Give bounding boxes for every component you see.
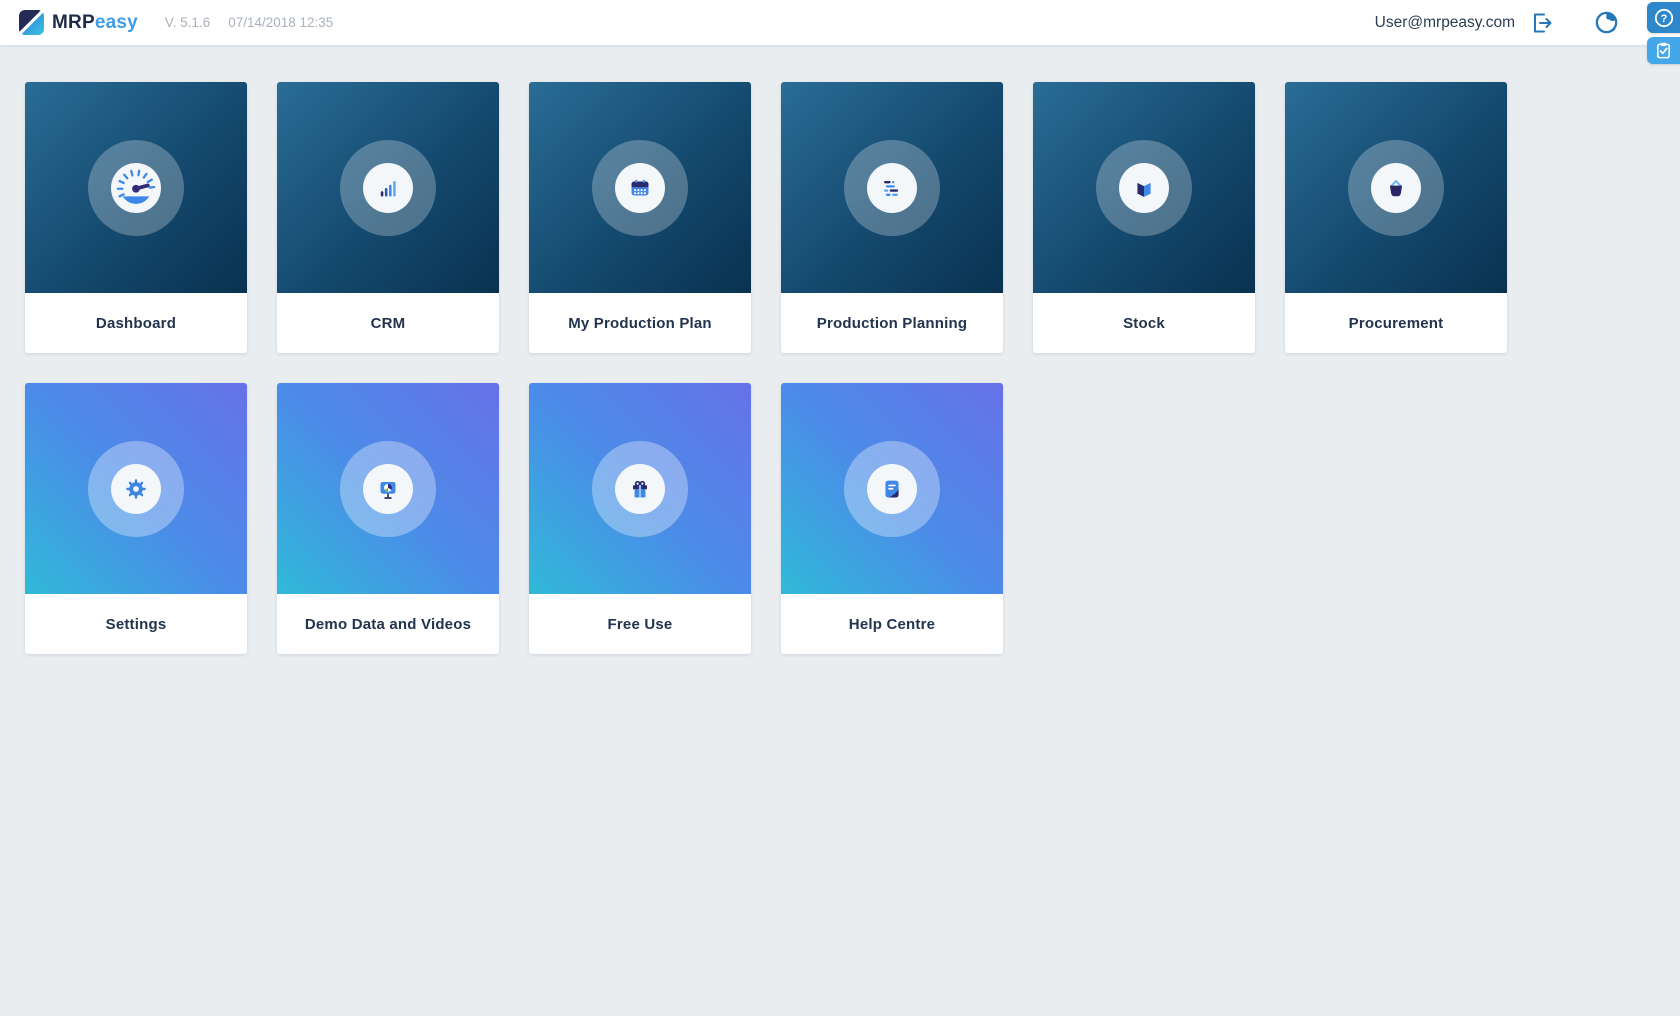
tile-label: Production Planning: [781, 293, 1003, 353]
user-email: User@mrpeasy.com: [1374, 13, 1515, 31]
icon-halo: [844, 440, 940, 537]
module-grid: Dashboard CRM My Production Plan Product…: [25, 82, 1507, 654]
icon-disc: [1119, 162, 1169, 213]
tile-settings[interactable]: Settings: [25, 383, 247, 654]
tile-label: Settings: [25, 594, 247, 654]
tile-label: Help Centre: [781, 594, 1003, 654]
icon-halo: [592, 440, 688, 537]
icon-disc: [867, 162, 917, 213]
tile-art: [529, 383, 751, 594]
icon-disc: [1371, 162, 1421, 213]
help-icon: ?: [1653, 7, 1675, 29]
tile-art: [25, 82, 247, 293]
tile-label: Stock: [1033, 293, 1255, 353]
app-version: V. 5.1.6: [164, 15, 211, 30]
brand-easy: easy: [94, 11, 138, 33]
tile-label: Demo Data and Videos: [277, 594, 499, 654]
globe-button[interactable]: [1593, 9, 1620, 36]
icon-halo: [1348, 139, 1444, 236]
main-content: Dashboard CRM My Production Plan Product…: [25, 82, 1507, 654]
icon-disc: [363, 162, 413, 213]
tile-stock[interactable]: Stock: [1033, 82, 1255, 353]
app-header: MRPeasy V. 5.1.6 07/14/2018 12:35 User@m…: [0, 0, 1680, 45]
mrpeasy-logo[interactable]: [19, 10, 44, 35]
icon-halo: [340, 139, 436, 236]
icon-disc: [615, 162, 665, 213]
icon-disc: [363, 463, 413, 514]
tile-label: Dashboard: [25, 293, 247, 353]
tile-art: [1285, 82, 1507, 293]
icon-disc: [867, 463, 917, 514]
tile-art: [1033, 82, 1255, 293]
icon-disc: [111, 162, 161, 213]
tile-my-production-plan[interactable]: My Production Plan: [529, 82, 751, 353]
tile-art: [25, 383, 247, 594]
tile-label: My Production Plan: [529, 293, 751, 353]
tile-art: [781, 383, 1003, 594]
tile-production-planning[interactable]: Production Planning: [781, 82, 1003, 353]
logout-icon: [1529, 10, 1555, 36]
globe-icon: [1593, 9, 1620, 36]
tile-label: Procurement: [1285, 293, 1507, 353]
tile-art: [781, 82, 1003, 293]
gauge-icon: [113, 165, 159, 211]
presentation-icon: [373, 474, 403, 504]
calendar-icon: [625, 173, 655, 203]
svg-text:?: ?: [1660, 13, 1667, 25]
help-button[interactable]: ?: [1647, 2, 1680, 33]
tile-dashboard[interactable]: Dashboard: [25, 82, 247, 353]
brand-mrp: MRP: [52, 11, 95, 33]
icon-disc: [615, 463, 665, 514]
tile-label: CRM: [277, 293, 499, 353]
icon-halo: [844, 139, 940, 236]
tile-art: [277, 82, 499, 293]
clipboard-check-icon: [1654, 41, 1673, 60]
tile-art: [529, 82, 751, 293]
brand-text: MRPeasy: [52, 12, 138, 34]
basket-icon: [1381, 173, 1411, 203]
document-icon: [877, 474, 907, 504]
bar-chart-icon: [373, 173, 403, 203]
icon-halo: [88, 139, 184, 236]
tile-procurement[interactable]: Procurement: [1285, 82, 1507, 353]
gift-icon: [625, 474, 655, 504]
tasks-button[interactable]: [1647, 37, 1680, 64]
icon-disc: [111, 463, 161, 514]
icon-halo: [592, 139, 688, 236]
box-icon: [1129, 173, 1159, 203]
logout-button[interactable]: [1529, 10, 1555, 36]
tile-free-use[interactable]: Free Use: [529, 383, 751, 654]
gantt-icon: [877, 173, 907, 203]
icon-halo: [88, 440, 184, 537]
current-datetime: 07/14/2018 12:35: [228, 15, 334, 30]
tile-art: [277, 383, 499, 594]
icon-halo: [1096, 139, 1192, 236]
tile-crm[interactable]: CRM: [277, 82, 499, 353]
tile-demo-data-and-videos[interactable]: Demo Data and Videos: [277, 383, 499, 654]
tile-help-centre[interactable]: Help Centre: [781, 383, 1003, 654]
icon-halo: [340, 440, 436, 537]
tile-label: Free Use: [529, 594, 751, 654]
gear-icon: [121, 474, 151, 504]
header-right: User@mrpeasy.com: [1375, 9, 1620, 36]
